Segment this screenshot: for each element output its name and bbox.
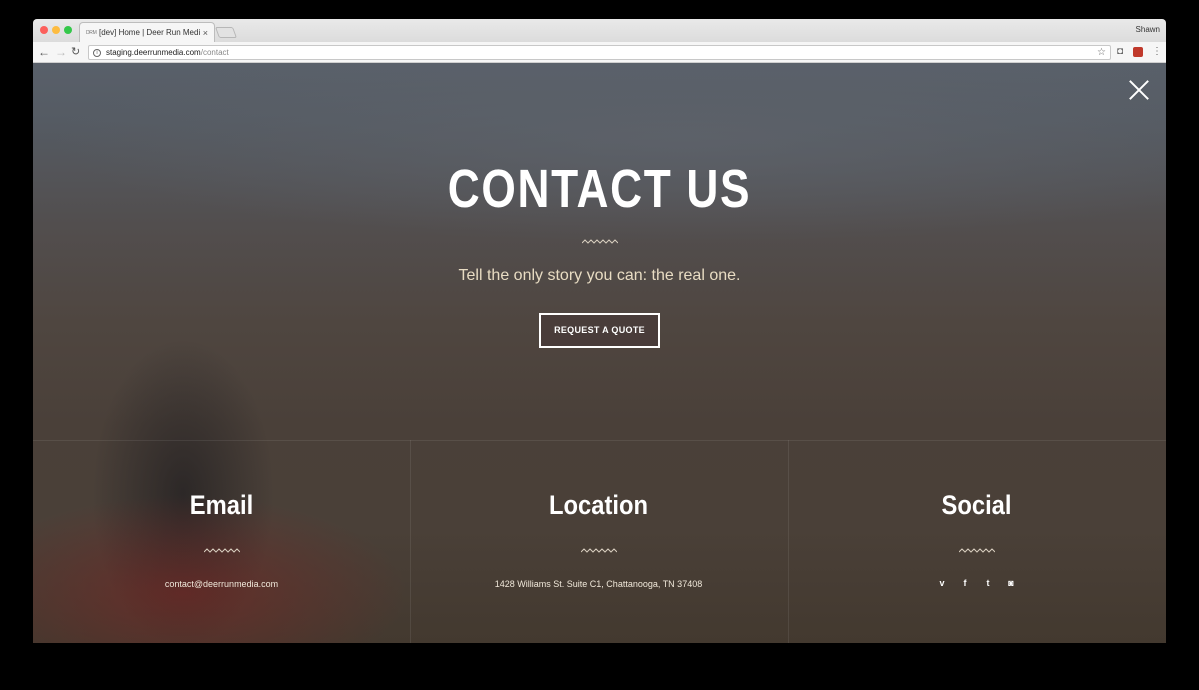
extension-shield-icon[interactable] (1133, 47, 1143, 57)
extension-camera-icon[interactable]: ◘ (1117, 45, 1123, 59)
twitter-icon[interactable]: t (983, 577, 993, 589)
menu-icon[interactable]: ⋮ (1152, 45, 1162, 59)
url-path: /contact (200, 48, 229, 57)
close-icon[interactable] (1128, 79, 1150, 101)
minimize-window-button[interactable] (52, 26, 60, 34)
squiggle-divider-icon (958, 548, 995, 554)
vimeo-icon[interactable]: v (937, 577, 947, 589)
maximize-window-button[interactable] (64, 26, 72, 34)
url-host: staging.deerrunmedia.com (106, 48, 201, 57)
squiggle-divider-icon (581, 239, 618, 245)
email-heading: Email (189, 490, 254, 520)
favicon-icon: DRM (86, 29, 97, 36)
request-quote-button[interactable]: REQUEST A QUOTE (539, 313, 660, 348)
forward-arrow-icon[interactable]: → (55, 45, 67, 59)
facebook-icon[interactable]: f (960, 577, 970, 589)
profile-name[interactable]: Shawn (1136, 25, 1160, 34)
email-link[interactable]: contact@deerrunmedia.com (33, 579, 410, 589)
squiggle-divider-icon (203, 548, 240, 554)
tab-active[interactable]: DRM [dev] Home | Deer Run Media × (79, 22, 215, 42)
email-column: Email contact@deerrunmedia.com (33, 440, 410, 643)
location-column: Location 1428 Williams St. Suite C1, Cha… (410, 440, 787, 643)
browser-window: DRM [dev] Home | Deer Run Media × Shawn … (33, 19, 1166, 643)
tab-title: [dev] Home | Deer Run Media (99, 28, 200, 37)
info-icon[interactable]: i (93, 48, 101, 57)
reload-icon[interactable]: ↻ (71, 45, 80, 59)
squiggle-divider-icon (580, 548, 617, 554)
new-tab-button[interactable] (214, 27, 238, 38)
address-bar[interactable]: i staging.deerrunmedia.com /contact ☆ (88, 45, 1111, 60)
bookmark-star-icon[interactable]: ☆ (1097, 47, 1106, 58)
contact-page: CONTACT US Tell the only story you can: … (33, 63, 1166, 643)
page-title: CONTACT US (447, 159, 752, 219)
tab-strip: DRM [dev] Home | Deer Run Media × Shawn (33, 19, 1166, 42)
location-heading: Location (549, 490, 648, 520)
social-links: v f t ◙ (788, 577, 1165, 589)
tab-close-icon[interactable]: × (203, 28, 208, 38)
browser-toolbar: ← → ↻ i staging.deerrunmedia.com /contac… (33, 42, 1166, 63)
address-text: 1428 Williams St. Suite C1, Chattanooga,… (494, 579, 703, 589)
tagline: Tell the only story you can: the real on… (458, 267, 741, 284)
close-window-button[interactable] (40, 26, 48, 34)
back-arrow-icon[interactable]: ← (38, 45, 50, 59)
social-column: Social v f t ◙ (788, 440, 1165, 643)
social-heading: Social (941, 490, 1012, 520)
instagram-icon[interactable]: ◙ (1006, 577, 1016, 589)
